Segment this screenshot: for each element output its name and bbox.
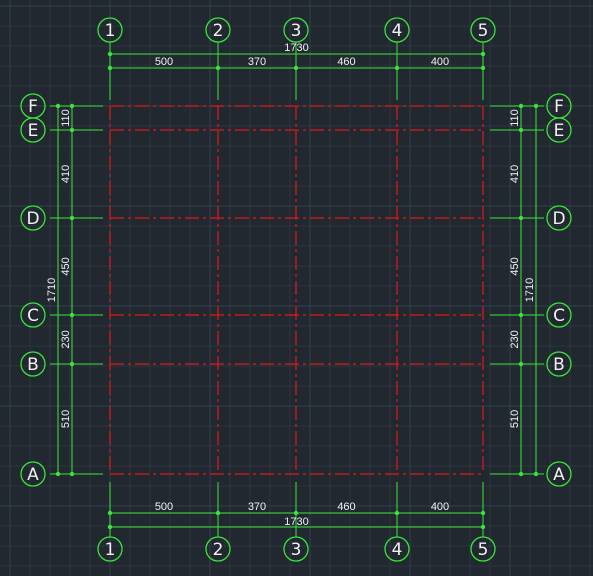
dimension-tick xyxy=(107,65,113,71)
axis-bubble-label: C xyxy=(553,306,565,326)
dimension-tick xyxy=(480,524,486,530)
dimension-tick xyxy=(518,312,524,318)
dimension-tick xyxy=(69,103,75,109)
dimension-tick xyxy=(480,51,486,57)
dimension-tick xyxy=(518,215,524,221)
axis-bubble-label: B xyxy=(553,355,565,375)
axis-bubble-label: A xyxy=(27,465,39,485)
dimension-label-left-2: 230 xyxy=(60,330,72,348)
dimension-tick xyxy=(215,65,221,71)
axis-bubble-label: E xyxy=(554,121,565,141)
dimension-total-bottom: 1730 xyxy=(284,516,308,528)
dimension-tick xyxy=(518,471,524,477)
floor-plan-axis-grid: 500 370 460 4001730500 370 460 400173051023045… xyxy=(0,0,593,576)
dimension-label-top-2: 370 xyxy=(248,56,266,68)
dimension-tick xyxy=(55,103,61,109)
axis-bubble-label: B xyxy=(27,355,39,375)
axis-bubble-col-5-top: 5 xyxy=(470,17,496,43)
dimension-label-left-3: 450 xyxy=(60,257,72,275)
axis-bubble-col-1-bottom: 1 xyxy=(97,536,123,562)
dimension-tick xyxy=(69,127,75,133)
dimension-tick xyxy=(69,361,75,367)
axis-bubble-label: C xyxy=(27,306,39,326)
dimension-label-left-5: 110 xyxy=(60,109,72,127)
dimension-tick xyxy=(107,510,113,516)
cad-drawing-canvas[interactable]: 500 370 460 400 1730 500 370 460 400 1730 510 230 45… xyxy=(0,0,593,576)
dimension-tick xyxy=(480,510,486,516)
axis-bubble-col-3-top: 3 xyxy=(283,17,309,43)
dimension-total-right: 1710 xyxy=(524,278,536,302)
dimension-tick xyxy=(480,65,486,71)
dimension-label-top-4: 400 xyxy=(431,56,449,68)
axis-bubble-label: 4 xyxy=(392,540,403,560)
axis-bubble-label: E xyxy=(28,121,39,141)
axis-bubble-row-D-left: D xyxy=(20,205,46,231)
dimension-lines: 500 370 460 400 1730 500 370 460 400 1730 510 230 45… xyxy=(46,42,544,537)
axis-bubble-label: 3 xyxy=(291,21,302,41)
dimension-label-top-3: 460 xyxy=(337,56,355,68)
axis-bubble-label: 4 xyxy=(392,21,403,41)
axis-bubble-row-B-right: B xyxy=(546,351,572,377)
dimension-label-right-2: 230 xyxy=(509,330,521,348)
axis-bubble-row-A-left: A xyxy=(20,461,46,487)
dimension-tick xyxy=(215,510,221,516)
axis-bubble-label: 3 xyxy=(291,540,302,560)
axis-bubble-label: D xyxy=(552,209,565,229)
dimension-label-bottom-4: 400 xyxy=(431,501,449,513)
dimension-tick xyxy=(55,471,61,477)
axis-bubble-col-4-top: 4 xyxy=(384,17,410,43)
dimension-tick xyxy=(394,65,400,71)
axis-bubble-label: A xyxy=(553,465,565,485)
axis-bubble-col-3-bottom: 3 xyxy=(283,536,309,562)
dimension-tick xyxy=(293,65,299,71)
dimension-total-top: 1730 xyxy=(284,42,308,54)
dimension-tick xyxy=(533,103,539,109)
dimension-label-right-4: 410 xyxy=(509,165,521,183)
axis-bubble-label: 5 xyxy=(478,21,489,41)
axis-bubble-label: F xyxy=(554,97,564,117)
axis-bubble-label: F xyxy=(28,97,38,117)
axis-bubble-row-B-left: B xyxy=(20,351,46,377)
axis-lines xyxy=(109,105,484,475)
dimension-tick xyxy=(107,51,113,57)
axis-bubble-col-5-bottom: 5 xyxy=(470,536,496,562)
dimension-tick xyxy=(69,312,75,318)
dimension-tick xyxy=(518,127,524,133)
axis-bubble-row-A-right: A xyxy=(546,461,572,487)
axis-bubble-col-4-bottom: 4 xyxy=(384,536,410,562)
dimension-label-bottom-1: 500 xyxy=(155,501,173,513)
axis-bubble-col-1-top: 1 xyxy=(97,17,123,43)
dimension-tick xyxy=(69,471,75,477)
axis-bubble-label: 1 xyxy=(105,21,116,41)
dimension-tick xyxy=(394,510,400,516)
axis-bubble-label: D xyxy=(26,209,39,229)
dimension-label-top-1: 500 xyxy=(155,56,173,68)
dimension-tick xyxy=(69,215,75,221)
dimension-tick xyxy=(293,510,299,516)
dimension-label-left-4: 410 xyxy=(60,165,72,183)
axis-bubble-row-C-left: C xyxy=(20,302,46,328)
dimension-total-left: 1710 xyxy=(46,278,58,302)
axis-bubble-label: 2 xyxy=(213,21,224,41)
dimension-label-bottom-3: 460 xyxy=(337,501,355,513)
axis-bubble-label: 1 xyxy=(105,540,116,560)
dimension-tick xyxy=(518,103,524,109)
axis-bubble-label: 5 xyxy=(478,540,489,560)
dimension-label-bottom-2: 370 xyxy=(248,501,266,513)
dimension-label-left-1: 510 xyxy=(60,410,72,428)
axis-bubble-row-C-right: C xyxy=(546,302,572,328)
dimension-tick xyxy=(518,361,524,367)
dimension-tick xyxy=(107,524,113,530)
dimension-tick xyxy=(533,471,539,477)
axis-bubble-row-D-right: D xyxy=(546,205,572,231)
axis-bubble-label: 2 xyxy=(213,540,224,560)
axis-bubble-row-E-right: E xyxy=(546,117,572,143)
axis-bubble-row-E-left: E xyxy=(20,117,46,143)
dimension-label-right-3: 450 xyxy=(509,257,521,275)
dimension-label-right-1: 510 xyxy=(509,410,521,428)
dimension-label-right-5: 110 xyxy=(509,109,521,127)
